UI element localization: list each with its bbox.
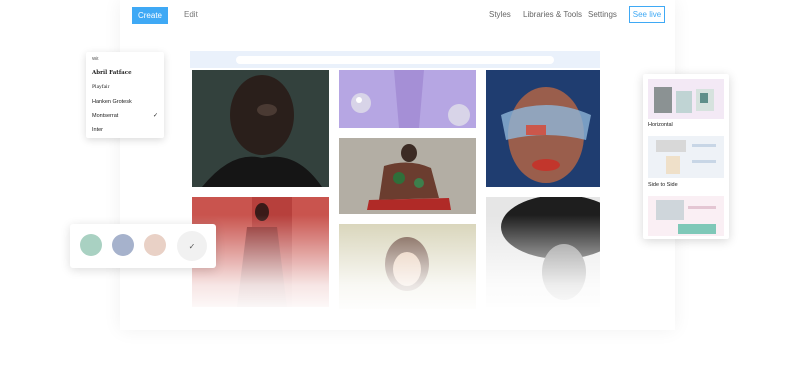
preview-fade-overlay <box>185 215 605 315</box>
edit-tab[interactable]: Edit <box>184 10 198 19</box>
font-dropdown-menu: Wit Abril Fatface Playfair Hanken Grotes… <box>86 52 164 138</box>
color-swatch-blush[interactable] <box>144 234 166 256</box>
color-swatch-blue-gray[interactable] <box>112 234 134 256</box>
layout-thumb-side-to-side[interactable] <box>648 196 724 236</box>
selected-check-icon: ✓ <box>153 113 159 119</box>
color-palette-panel: ✓ <box>70 224 216 268</box>
see-live-button[interactable]: See live <box>629 6 665 23</box>
layout-label-horizontal: Horizontal <box>648 122 673 128</box>
preview-url-bar <box>236 56 554 64</box>
styles-menu[interactable]: Styles <box>489 10 511 19</box>
font-option-inter[interactable]: Inter <box>92 127 103 133</box>
libraries-tools-menu[interactable]: Libraries & Tools <box>523 10 582 19</box>
font-option-hanken-grotesk[interactable]: Hanken Grotesk <box>92 99 132 105</box>
color-swatch-selected[interactable]: ✓ <box>177 231 207 261</box>
layouts-panel: Horizontal Side to Side <box>643 74 729 239</box>
settings-menu[interactable]: Settings <box>588 10 617 19</box>
font-option-playfair[interactable]: Playfair <box>92 84 109 90</box>
check-icon: ✓ <box>188 241 196 251</box>
gallery-photo-portrait-dark[interactable] <box>192 70 329 187</box>
gallery-photo-seated-floral[interactable] <box>339 138 476 214</box>
font-option-wit[interactable]: Wit <box>92 56 99 61</box>
layout-label-side-to-side: Side to Side <box>648 182 678 188</box>
layout-thumb-horizontal[interactable] <box>648 136 724 178</box>
font-option-montserrat[interactable]: Montserrat <box>92 113 118 119</box>
editor-toolbar: Create Edit Styles Libraries & Tools Set… <box>120 0 675 32</box>
create-button[interactable]: Create <box>132 7 168 24</box>
layout-thumb-gallery[interactable] <box>648 79 724 119</box>
gallery-photo-lavender-disco[interactable] <box>339 70 476 128</box>
font-option-abril-fatface[interactable]: Abril Fatface <box>92 70 132 76</box>
preview-browser-bar <box>190 51 600 68</box>
color-swatch-mint[interactable] <box>80 234 102 256</box>
gallery-photo-blue-glasses[interactable] <box>486 70 600 187</box>
